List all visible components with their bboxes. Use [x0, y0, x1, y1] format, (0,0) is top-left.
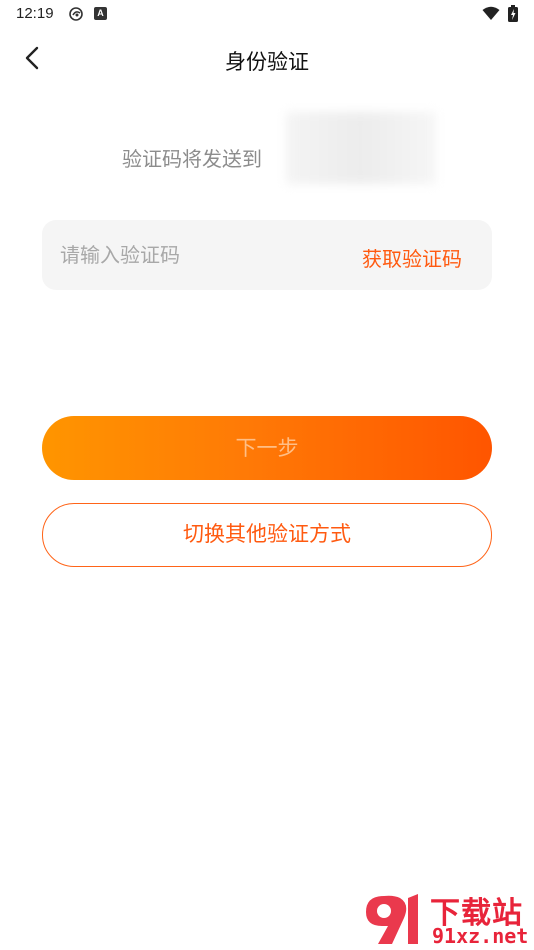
status-bar: 12:19 A — [0, 0, 534, 28]
switch-verification-method-button[interactable]: 切换其他验证方式 — [42, 503, 492, 567]
header: 身份验证 — [0, 30, 534, 86]
send-to-label: 验证码将发送到 — [122, 147, 262, 171]
get-code-button[interactable]: 获取验证码 — [362, 243, 462, 272]
page-title: 身份验证 — [225, 50, 309, 74]
watermark-en-text: 91xz.net — [432, 924, 529, 948]
watermark: 下载站 91xz.net — [360, 886, 534, 950]
cloud-notification-icon — [69, 7, 83, 21]
battery-charging-icon — [508, 5, 518, 22]
code-input-row: 获取验证码 — [42, 220, 492, 290]
watermark-logo-icon — [366, 894, 418, 944]
phone-number-redacted — [286, 112, 436, 184]
text-notification-icon: A — [94, 7, 107, 20]
next-step-button[interactable]: 下一步 — [42, 416, 492, 480]
wifi-icon — [482, 6, 500, 20]
verification-code-input[interactable] — [60, 220, 320, 290]
status-time: 12:19 — [16, 5, 54, 22]
